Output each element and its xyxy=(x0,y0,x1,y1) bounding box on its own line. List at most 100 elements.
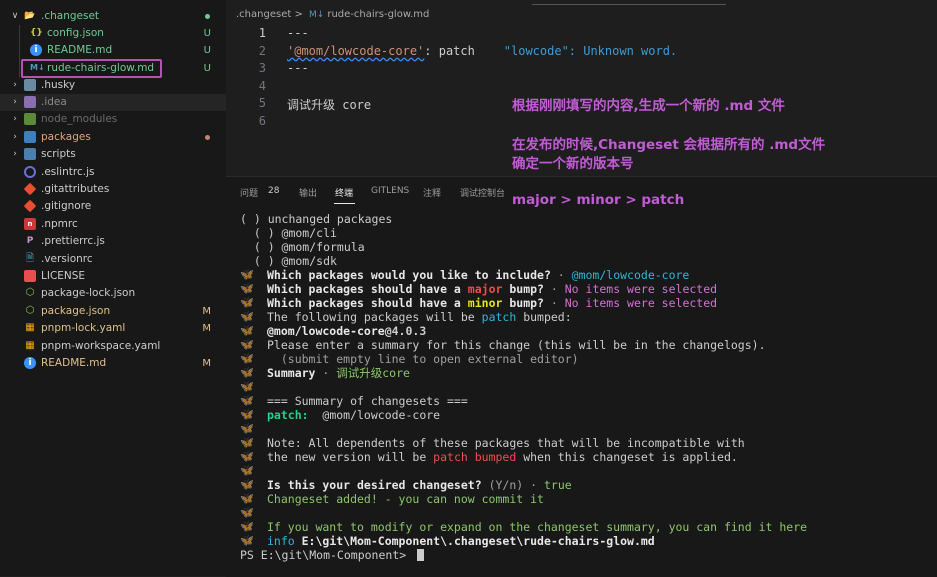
tree-file-versionrc[interactable]: 🗎 .versionrc xyxy=(0,251,226,268)
tree-file-npmrc[interactable]: n .npmrc xyxy=(0,216,226,233)
term-patch-label: patch: xyxy=(267,408,309,422)
tab-gitlens[interactable]: GITLENS xyxy=(371,186,409,196)
butterfly-icon: 🦋 xyxy=(240,408,254,421)
tree-file-gitattributes[interactable]: .gitattributes xyxy=(0,181,226,198)
tree-file-eslintrc[interactable]: .eslintrc.js xyxy=(0,164,226,181)
file-icon: 🗎 xyxy=(25,253,35,264)
terminal-line: the new version will be patch bumped whe… xyxy=(267,450,738,464)
butterfly-icon: 🦋 xyxy=(240,310,254,323)
terminal-line: patch: @mom/lowcode-core xyxy=(267,408,440,422)
tree-item-label: pnpm-lock.yaml xyxy=(41,322,126,334)
breadcrumb-folder[interactable]: .changeset xyxy=(236,9,291,20)
line-number: 6 xyxy=(258,114,266,128)
terminal-line: ( ) @mom/formula xyxy=(240,240,365,254)
tree-item-label: config.json xyxy=(47,27,104,39)
tree-file-readme-root[interactable]: i README.md M xyxy=(0,355,226,372)
tab-problems[interactable]: 问题 xyxy=(240,186,258,199)
tree-item-label: node_modules xyxy=(41,113,118,125)
tree-folder-idea[interactable]: › .idea xyxy=(0,94,226,111)
term-answer: @mom/lowcode-core xyxy=(571,268,690,282)
tree-item-label: .changeset xyxy=(41,10,100,22)
code-line[interactable]: --- xyxy=(287,26,309,40)
tree-item-label: packages xyxy=(41,131,91,143)
term-red: patch bumped xyxy=(433,450,517,464)
tree-folder-node-modules[interactable]: › node_modules xyxy=(0,111,226,128)
folder-packages-icon xyxy=(24,131,36,143)
code-line[interactable]: '@mom/lowcode-core': patch "lowcode": Un… xyxy=(287,44,677,58)
tree-file-pnpm-lock[interactable]: ▦ pnpm-lock.yaml M xyxy=(0,320,226,337)
breadcrumb-separator: > xyxy=(294,9,303,20)
term-bold: Which packages should have a xyxy=(267,296,468,310)
tree-file-package-lock[interactable]: ⬡ package-lock.json xyxy=(0,285,226,302)
eslint-icon xyxy=(24,166,36,178)
breadcrumb: .changeset > M↓ rude-chairs-glow.md xyxy=(236,9,429,20)
tree-item-label: package-lock.json xyxy=(41,287,136,299)
terminal-prompt[interactable]: PS E:\git\Mom-Component> xyxy=(240,548,425,562)
tree-folder-scripts[interactable]: › scripts xyxy=(0,146,226,163)
butterfly-icon: 🦋 xyxy=(240,534,254,547)
line-number: 4 xyxy=(258,79,266,93)
tab-debug-console[interactable]: 调试控制台 xyxy=(460,186,505,199)
term-patch: patch xyxy=(481,310,517,324)
active-tab-underline xyxy=(334,203,355,204)
terminal-line: info E:\git\Mom-Component\.changeset\rud… xyxy=(267,534,655,548)
highlight-box xyxy=(21,59,162,78)
term-prompt-text: PS E:\git\Mom-Component> xyxy=(240,548,414,562)
term-success: Changeset added! - you can now commit it xyxy=(267,492,544,506)
tree-file-prettierrc[interactable]: P .prettierrc.js xyxy=(0,233,226,250)
term-bold: Which packages should have a xyxy=(267,282,468,296)
folder-node-icon xyxy=(24,113,36,125)
tree-item-label: pnpm-workspace.yaml xyxy=(41,340,161,352)
git-status-badge: M xyxy=(202,306,211,317)
terminal-line: Please enter a summary for this change (… xyxy=(267,338,766,352)
tree-item-label: LICENSE xyxy=(41,270,86,282)
tree-folder-husky[interactable]: › .husky xyxy=(0,77,226,94)
butterfly-icon: 🦋 xyxy=(240,352,254,365)
term-package: @mom/lowcode-core xyxy=(267,324,385,338)
folder-open-icon: 📂 xyxy=(24,11,36,21)
breadcrumb-file[interactable]: rude-chairs-glow.md xyxy=(327,9,429,20)
butterfly-icon: 🦋 xyxy=(240,436,254,449)
chevron-right-icon: › xyxy=(13,149,17,159)
butterfly-icon: 🦋 xyxy=(240,506,254,519)
term-info-label: info xyxy=(267,534,295,548)
term-text: bumped: xyxy=(516,310,572,324)
terminal-line: Which packages should have a minor bump?… xyxy=(267,296,717,310)
term-major: major xyxy=(467,282,503,296)
chevron-right-icon: › xyxy=(13,114,17,124)
spell-warning: "lowcode": Unknown word. xyxy=(503,44,678,58)
terminal-line: The following packages will be patch bum… xyxy=(267,310,572,324)
code-line[interactable]: --- xyxy=(287,61,309,75)
problems-count-badge: 28 xyxy=(268,186,280,196)
git-status-badge: U xyxy=(203,45,211,56)
tree-file-license[interactable]: LICENSE xyxy=(0,268,226,285)
tree-item-label: scripts xyxy=(41,148,76,160)
terminal-line: Summary · 调试升级core xyxy=(267,366,410,380)
butterfly-icon: 🦋 xyxy=(240,338,254,351)
code-line[interactable]: 调试升级 core xyxy=(287,96,371,113)
tree-folder-packages[interactable]: › packages xyxy=(0,129,226,146)
tree-file-readme-changeset[interactable]: i README.md U xyxy=(0,42,226,59)
terminal-line: Which packages would you like to include… xyxy=(267,268,689,282)
tab-output[interactable]: 输出 xyxy=(299,186,317,199)
info-icon: i xyxy=(30,44,42,56)
tree-file-pnpm-workspace[interactable]: ▦ pnpm-workspace.yaml xyxy=(0,338,226,355)
butterfly-icon: 🦋 xyxy=(240,492,254,505)
git-icon xyxy=(23,199,37,213)
tree-file-gitignore[interactable]: .gitignore xyxy=(0,198,226,215)
tab-comments[interactable]: 注释 xyxy=(423,186,441,199)
butterfly-icon: 🦋 xyxy=(240,324,254,337)
tree-folder-changeset[interactable]: ∨ 📂 .changeset xyxy=(0,8,226,25)
butterfly-icon: 🦋 xyxy=(240,268,254,281)
npm-icon: n xyxy=(24,218,36,230)
tree-file-package-json[interactable]: ⬡ package.json M xyxy=(0,303,226,320)
terminal-line: @mom/lowcode-core@4.0.3 xyxy=(267,324,426,338)
butterfly-icon: 🦋 xyxy=(240,282,254,295)
info-icon: i xyxy=(24,357,36,369)
term-text: The following packages will be xyxy=(267,310,482,324)
tree-file-config-json[interactable]: {} config.json U xyxy=(0,25,226,42)
tree-item-label: .eslintrc.js xyxy=(41,166,95,178)
tree-item-label: .prettierrc.js xyxy=(41,235,105,247)
term-answer: 调试升级core xyxy=(336,366,410,380)
tab-terminal[interactable]: 终端 xyxy=(335,186,353,199)
